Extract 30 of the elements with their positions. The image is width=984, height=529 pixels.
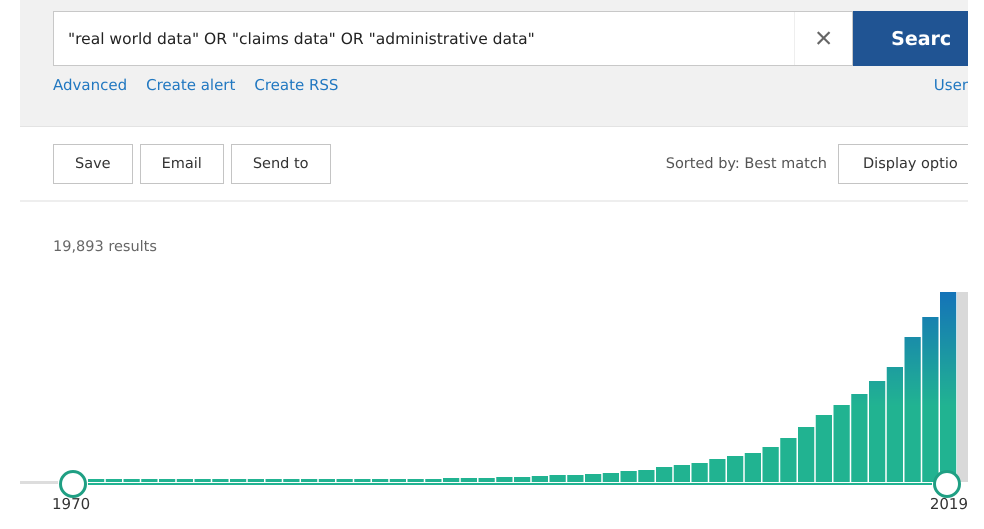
start-year: 1970 bbox=[52, 495, 90, 513]
search-button[interactable]: Searc bbox=[853, 11, 968, 66]
histogram-bar bbox=[620, 471, 637, 482]
search-link[interactable]: Advanced bbox=[53, 76, 128, 94]
histogram-bar bbox=[656, 467, 672, 482]
action-button[interactable]: Email bbox=[140, 144, 224, 184]
action-button[interactable]: Send to bbox=[230, 144, 331, 184]
user-guide-link[interactable]: User bbox=[934, 76, 968, 94]
search-link[interactable]: Create alert bbox=[146, 76, 236, 94]
sort-label: Sorted by: Best match bbox=[666, 156, 827, 172]
histogram-bar bbox=[762, 447, 779, 482]
histogram-bar bbox=[798, 427, 814, 482]
histogram-bar bbox=[816, 415, 832, 482]
range-start-handle[interactable] bbox=[59, 470, 87, 498]
histogram-bar bbox=[709, 459, 726, 482]
histogram-bar bbox=[602, 473, 619, 482]
histogram-bar bbox=[727, 456, 744, 482]
histogram-bar bbox=[674, 465, 690, 482]
histogram-bar bbox=[744, 453, 761, 482]
search-field[interactable]: "real world data" OR "claims data" OR "administrative data" × bbox=[53, 11, 854, 66]
action-button[interactable]: Save bbox=[53, 144, 133, 184]
display-options-button[interactable]: Display optio bbox=[838, 144, 968, 184]
end-year: 2019 bbox=[930, 495, 968, 513]
range-end-handle[interactable] bbox=[933, 470, 961, 498]
histogram-bar bbox=[692, 463, 708, 482]
slider-track bbox=[20, 481, 58, 484]
search-link[interactable]: Create RSS bbox=[254, 76, 338, 94]
results-count: 19,893 results bbox=[52, 238, 158, 257]
histogram-bar bbox=[780, 438, 796, 482]
histogram-bar bbox=[638, 470, 654, 482]
